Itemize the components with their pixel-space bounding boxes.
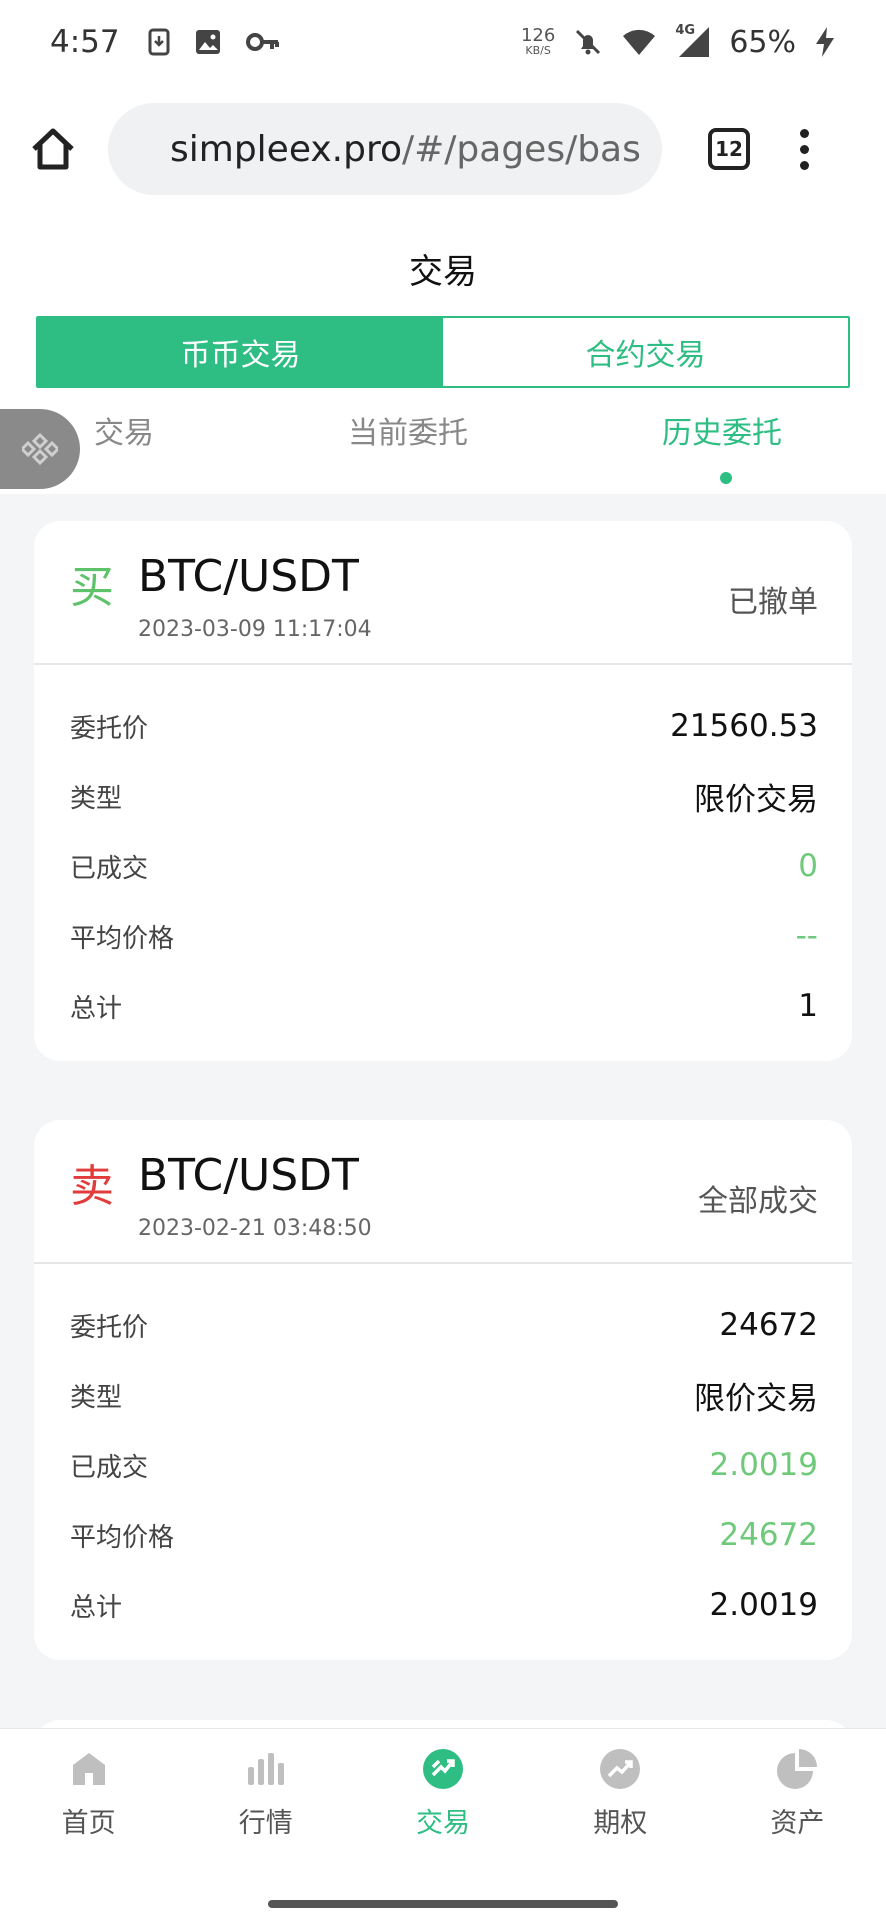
row-value: 24672 [719,1307,818,1343]
nav-item-assets[interactable]: 资产 [709,1729,886,1884]
battery-percent: 65% [729,24,796,60]
order-side-badge: 卖 [70,1161,114,1212]
row-label: 总计 [70,1592,123,1623]
home-nav-icon [72,1753,105,1785]
subtab-current-orders[interactable]: 当前委托 [348,408,468,452]
subtab-trade[interactable]: 交易 [94,408,154,452]
row-value: 0 [798,848,818,884]
row-label: 平均价格 [70,923,175,954]
charging-bolt-icon [816,27,834,57]
order-card-header: 买 BTC/USDT 2023-03-09 11:17:04 已撤单 [34,521,852,665]
page-header: 交易 币币交易 合约交易 交易 当前委托 历史委托 [0,214,886,494]
net-speed: 126 KB/S [521,27,555,57]
status-bar: 4:57 126 KB/S 4G 65% [0,0,886,84]
bottom-navigation: 首页 行情 交易 期权 资产 [0,1728,886,1884]
url-domain: simpleex.pro [170,128,402,170]
row-value: 24672 [719,1517,818,1553]
active-tab-indicator [720,472,732,484]
order-pair: BTC/USDT [138,1150,359,1201]
net-speed-value: 126 [520,25,556,46]
tab-switcher-button[interactable]: 12 [708,128,750,170]
tab-spot-trading[interactable]: 币币交易 [38,318,443,386]
floating-logo-button[interactable] [0,409,80,489]
order-row-price: 委托价 21560.53 [70,691,818,761]
bar-chart-nav-icon [247,1753,284,1785]
row-value: 21560.53 [670,708,818,744]
row-label: 总计 [70,993,123,1024]
nav-item-home[interactable]: 首页 [0,1729,177,1884]
row-value: -- [795,918,818,954]
row-label: 类型 [70,1382,123,1413]
order-card[interactable] [34,1720,852,1728]
row-label: 已成交 [70,1452,149,1483]
address-bar[interactable]: simpleex.pro/#/pages/bas [108,103,662,195]
row-value: 2.0019 [709,1447,818,1483]
wifi-icon [623,29,656,55]
order-subtabs: 交易 当前委托 历史委托 [0,408,886,488]
nav-label: 资产 [770,1808,825,1839]
order-side-badge: 买 [70,562,114,613]
order-pair: BTC/USDT [138,551,359,602]
order-row-total: 总计 2.0019 [70,1570,818,1640]
order-time: 2023-02-21 03:48:50 [138,1216,372,1241]
network-type: 4G [675,23,696,38]
download-notification-icon [148,28,170,56]
browser-menu-icon[interactable] [800,128,809,170]
nav-label: 交易 [416,1808,470,1839]
row-label: 已成交 [70,853,149,884]
order-card[interactable]: 买 BTC/USDT 2023-03-09 11:17:04 已撤单 委托价 2… [34,521,852,1061]
gesture-handle[interactable] [268,1900,618,1908]
cell-signal: 4G [675,23,711,59]
nav-label: 行情 [238,1808,293,1839]
exchange-logo-icon [22,432,58,466]
order-row-price: 委托价 24672 [70,1290,818,1360]
row-value: 限价交易 [694,781,818,818]
vpn-key-icon [245,33,279,51]
order-card[interactable]: 卖 BTC/USDT 2023-02-21 03:48:50 全部成交 委托价 … [34,1120,852,1660]
home-icon[interactable] [28,125,78,173]
url-path: /#/pages/bas [401,128,641,170]
nav-item-options[interactable]: 期权 [532,1729,709,1884]
row-value: 2.0019 [709,1587,818,1623]
order-row-avg-price: 平均价格 -- [70,901,818,971]
nav-label: 首页 [61,1808,116,1839]
options-nav-icon [600,1749,641,1789]
trade-nav-icon [423,1749,463,1789]
subtab-order-history[interactable]: 历史委托 [662,408,782,452]
row-value: 1 [798,988,818,1024]
order-row-filled: 已成交 2.0019 [70,1430,818,1500]
url-text: simpleex.pro/#/pages/bas [170,129,641,170]
order-row-filled: 已成交 0 [70,831,818,901]
order-row-total: 总计 1 [70,971,818,1041]
row-value: 限价交易 [694,1380,818,1417]
gesture-area [0,1884,886,1920]
row-label: 平均价格 [70,1522,175,1553]
row-label: 类型 [70,783,123,814]
order-status: 全部成交 [698,1184,818,1219]
net-speed-unit: KB/S [525,44,551,57]
image-notification-icon [195,30,220,54]
order-status: 已撤单 [728,585,818,620]
order-card-header: 卖 BTC/USDT 2023-02-21 03:48:50 全部成交 [34,1120,852,1264]
page-content: 交易 币币交易 合约交易 交易 当前委托 历史委托 买 BTC/USDT 202… [0,214,886,1728]
page-title: 交易 [409,252,477,292]
nav-item-trade[interactable]: 交易 [354,1729,531,1884]
market-segmented-control: 币币交易 合约交易 [36,316,850,388]
row-label: 委托价 [70,713,149,744]
pie-chart-nav-icon [777,1749,818,1789]
browser-toolbar: simpleex.pro/#/pages/bas 12 [0,84,886,214]
order-row-type: 类型 限价交易 [70,1360,818,1430]
tab-contract-trading[interactable]: 合约交易 [443,318,848,386]
mute-bell-icon [576,29,601,55]
order-row-type: 类型 限价交易 [70,761,818,831]
status-time: 4:57 [50,24,120,60]
order-time: 2023-03-09 11:17:04 [138,617,372,642]
nav-item-market[interactable]: 行情 [177,1729,354,1884]
order-row-avg-price: 平均价格 24672 [70,1500,818,1570]
nav-label: 期权 [593,1808,648,1839]
row-label: 委托价 [70,1312,149,1343]
